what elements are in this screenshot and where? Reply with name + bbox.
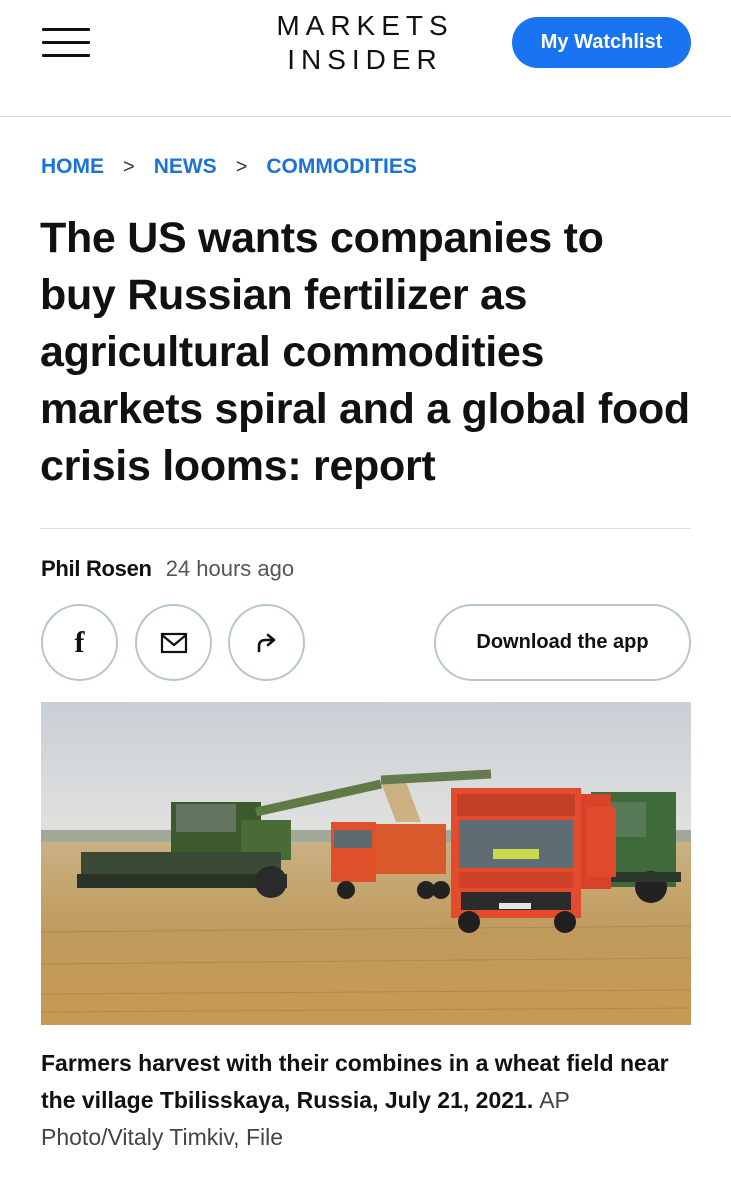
publish-time: 24 hours ago: [165, 556, 295, 581]
share-button[interactable]: [228, 604, 305, 681]
site-logo[interactable]: MARKETS INSIDER: [262, 10, 468, 76]
site-header: MARKETS INSIDER My Watchlist: [0, 0, 731, 117]
breadcrumb-commodities-link[interactable]: COMMODITIES: [266, 155, 417, 179]
facebook-icon: f: [74, 625, 85, 659]
breadcrumb-separator: >: [235, 155, 248, 178]
harvest-photo-illustration: [41, 702, 691, 1025]
article-headline: The US wants companies to buy Russian fe…: [40, 214, 690, 490]
breadcrumb: HOME > NEWS > COMMODITIES: [41, 152, 417, 182]
logo-line-1: MARKETS: [276, 10, 454, 41]
share-arrow-icon: [257, 633, 275, 652]
hamburger-menu-icon[interactable]: [42, 26, 90, 60]
download-app-button[interactable]: Download the app: [434, 604, 691, 681]
photo-caption: Farmers harvest with their combines in a…: [41, 1045, 691, 1156]
facebook-share-button[interactable]: f: [41, 604, 118, 681]
breadcrumb-separator: >: [123, 155, 135, 178]
my-watchlist-button[interactable]: My Watchlist: [512, 17, 691, 68]
mail-icon: [160, 632, 187, 653]
logo-line-2: INSIDER: [287, 44, 443, 75]
byline: Phil Rosen 24 hours ago: [41, 556, 294, 582]
caption-text: Farmers harvest with their combines in a…: [41, 1050, 669, 1113]
breadcrumb-home-link[interactable]: HOME: [41, 155, 104, 179]
divider: [40, 528, 691, 529]
author-name[interactable]: Phil Rosen: [41, 556, 152, 582]
breadcrumb-news-link[interactable]: NEWS: [154, 155, 217, 179]
email-share-button[interactable]: [135, 604, 212, 681]
article-photo: [41, 702, 691, 1025]
